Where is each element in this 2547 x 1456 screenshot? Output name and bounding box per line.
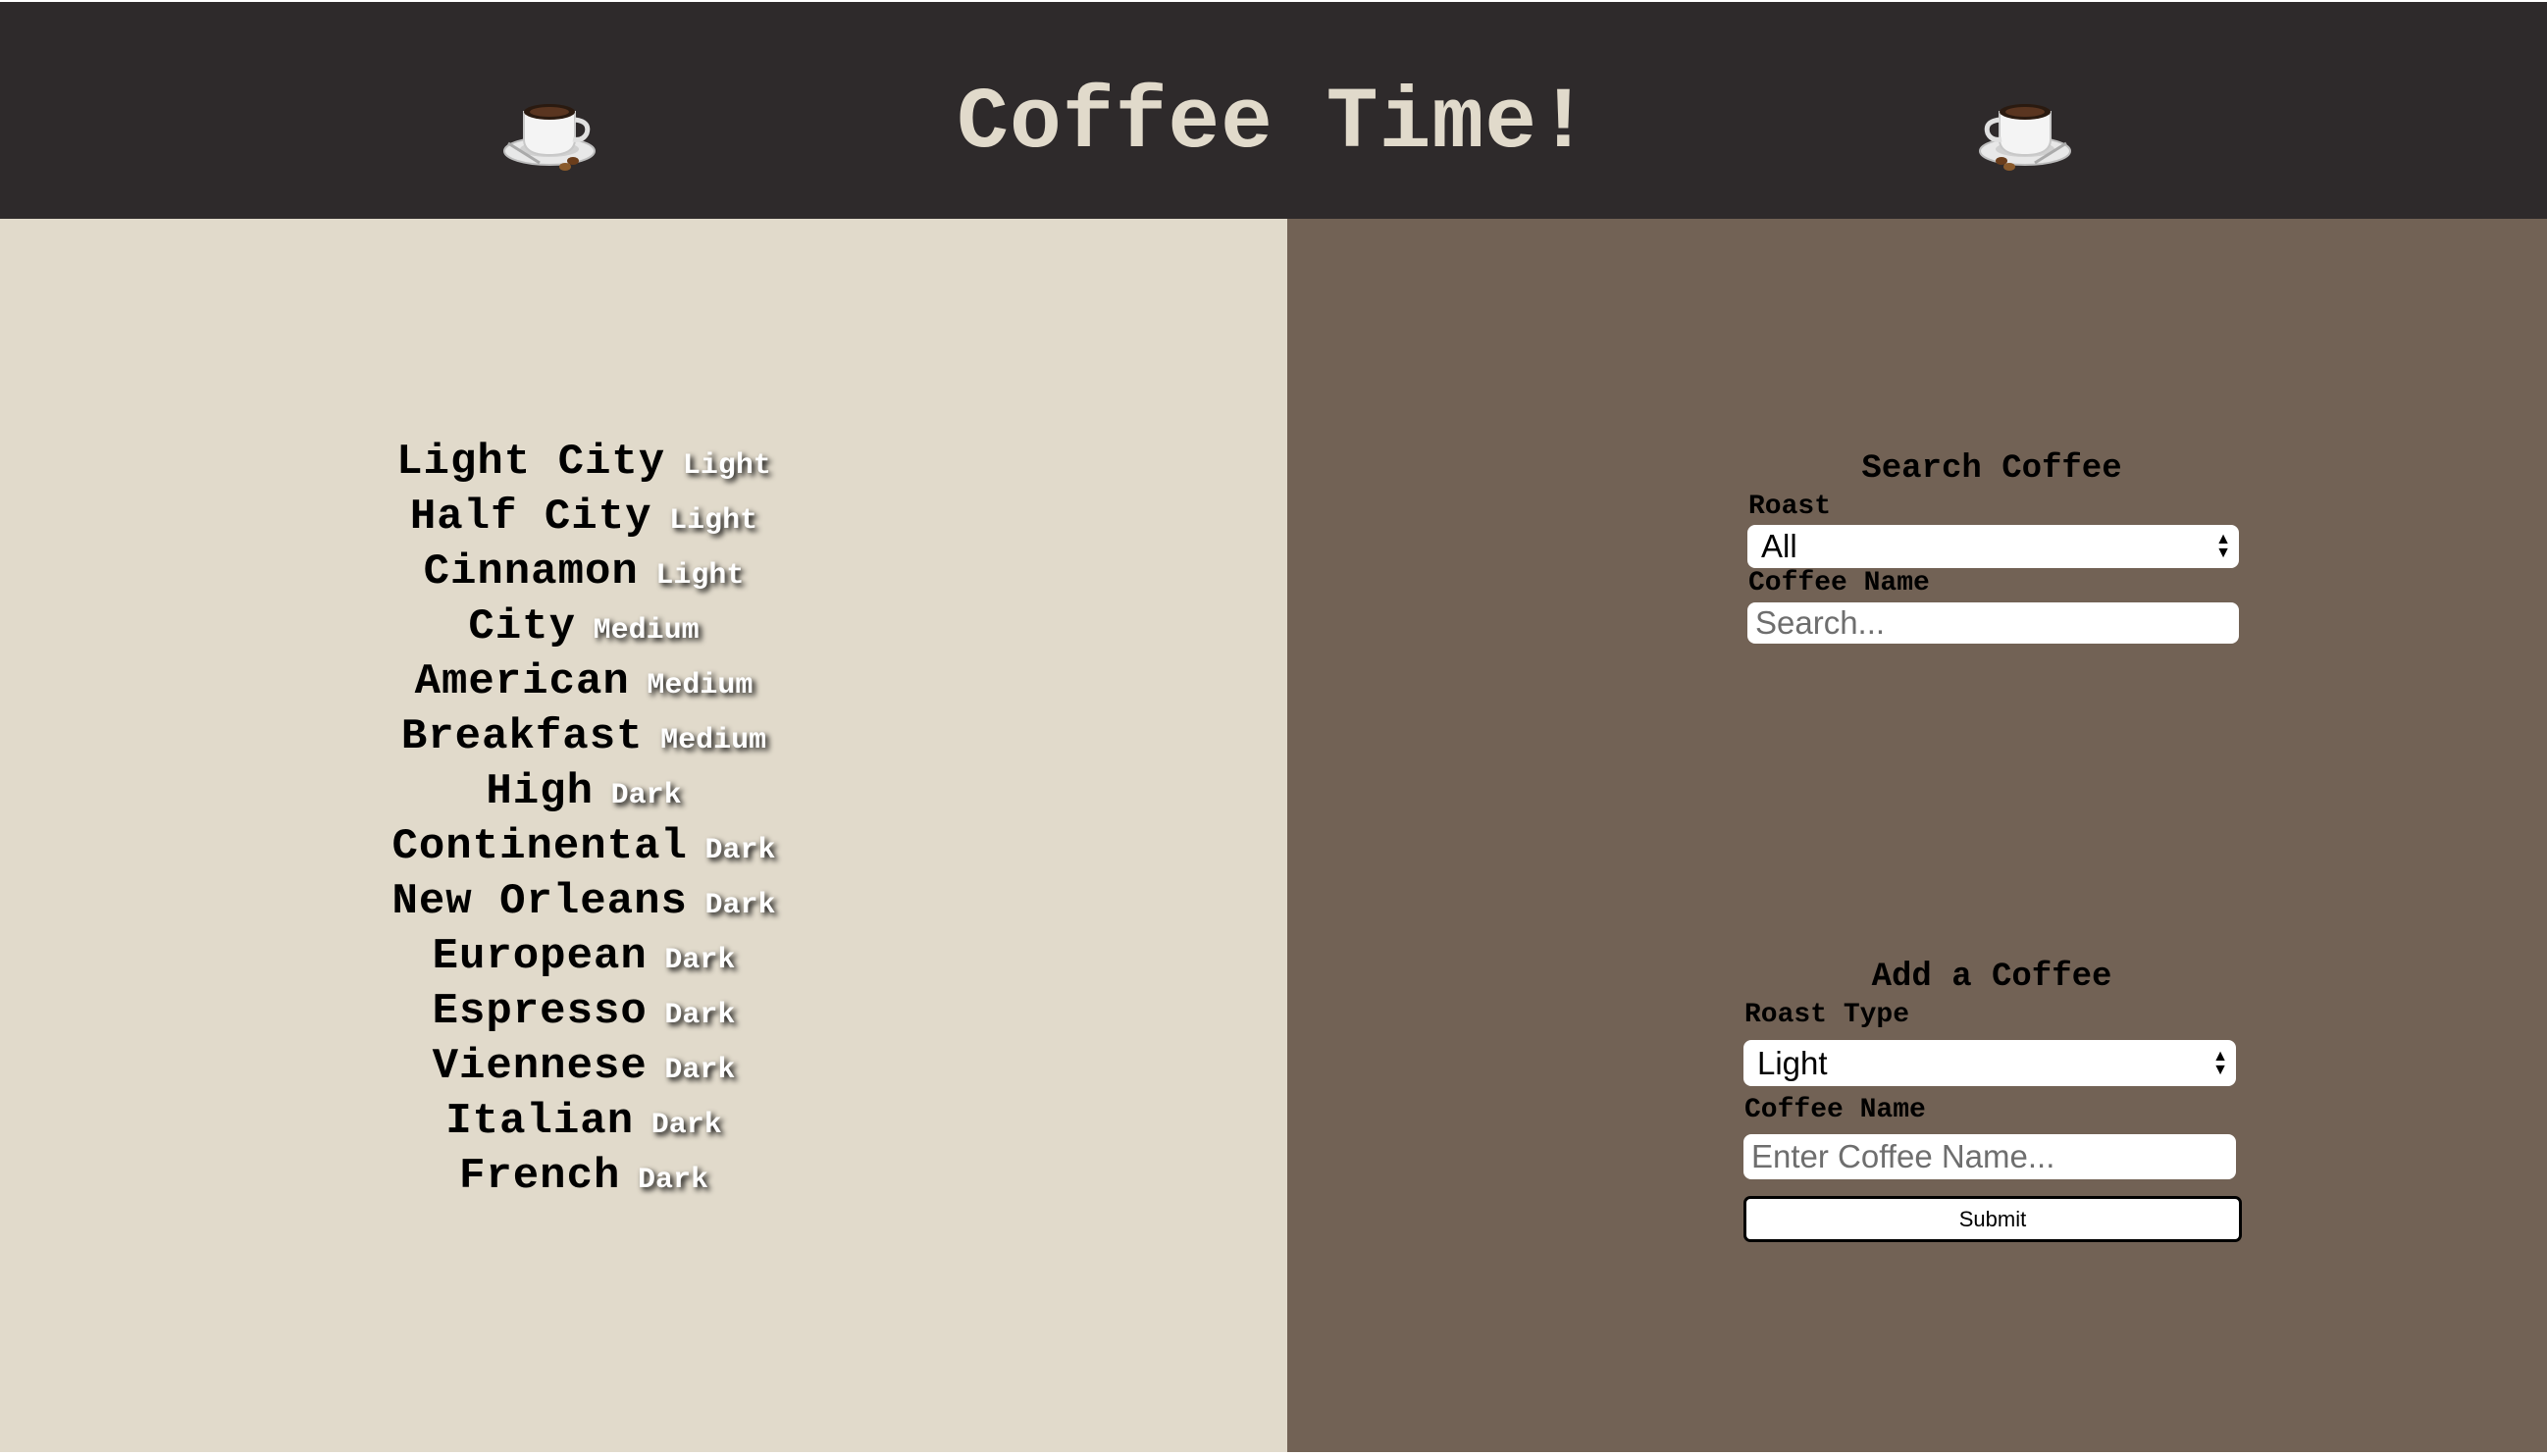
search-name-label: Coffee Name xyxy=(1748,568,1930,598)
add-coffee-name-input[interactable] xyxy=(1743,1134,2236,1179)
coffee-name: High xyxy=(486,767,594,816)
coffee-roast: Dark xyxy=(650,1109,722,1142)
coffee-name: Italian xyxy=(445,1097,635,1146)
coffee-list-item: High Dark xyxy=(334,764,834,819)
add-roast-selected-value: Light xyxy=(1757,1044,1828,1081)
coffee-cup-icon xyxy=(1979,104,2071,171)
coffee-list-item: Continental Dark xyxy=(334,819,834,874)
coffee-list-item: Breakfast Medium xyxy=(334,709,834,764)
coffee-roast: Medium xyxy=(660,724,767,757)
add-coffee-heading: Add a Coffee xyxy=(1871,959,2112,996)
coffee-name: Cinnamon xyxy=(423,547,639,597)
coffee-roast: Medium xyxy=(647,669,754,702)
search-roast-label: Roast xyxy=(1748,492,1832,522)
coffee-roast: Light xyxy=(655,559,745,593)
forms-panel: Search Coffee Roast All ▲▼ Coffee Name A… xyxy=(1287,219,2547,1452)
coffee-name: City xyxy=(468,602,576,651)
coffee-list-item: New Orleans Dark xyxy=(334,874,834,929)
coffee-list-item: Cinnamon Light xyxy=(334,545,834,599)
coffee-list-item: French Dark xyxy=(334,1149,834,1204)
site-header: Coffee Time! xyxy=(0,2,2547,219)
coffee-list: Light City Light Half City Light Cinnamon … xyxy=(334,435,834,1204)
coffee-name: Breakfast xyxy=(400,712,644,761)
coffee-list-item: Italian Dark xyxy=(334,1094,834,1149)
select-arrows-icon: ▲ ▼ xyxy=(2212,1047,2228,1078)
add-roast-label: Roast Type xyxy=(1744,1000,1910,1030)
coffee-list-item: Espresso Dark xyxy=(334,984,834,1039)
coffee-list-item: Viennese Dark xyxy=(334,1039,834,1094)
submit-button[interactable]: Submit xyxy=(1743,1196,2242,1242)
coffee-name: French xyxy=(458,1152,621,1201)
coffee-name: European xyxy=(432,932,648,981)
coffee-list-item: Half City Light xyxy=(334,490,834,545)
coffee-roast: Dark xyxy=(664,944,736,977)
coffee-roast: Dark xyxy=(664,999,736,1032)
coffee-roast: Dark xyxy=(638,1164,709,1197)
coffee-list-item: European Dark xyxy=(334,929,834,984)
coffee-name: Continental xyxy=(391,822,688,871)
coffee-roast: Dark xyxy=(704,834,776,867)
coffee-roast: Dark xyxy=(664,1054,736,1087)
coffee-name: New Orleans xyxy=(391,877,688,926)
search-heading: Search Coffee xyxy=(1861,450,2122,488)
coffee-list-item: American Medium xyxy=(334,654,834,709)
coffee-roast: Light xyxy=(682,449,771,483)
add-name-label: Coffee Name xyxy=(1744,1095,1926,1125)
coffee-list-panel: Light City Light Half City Light Cinnamon … xyxy=(0,219,1287,1452)
coffee-name: Viennese xyxy=(432,1042,648,1091)
add-roast-select[interactable]: Light ▲ ▼ xyxy=(1743,1040,2236,1086)
coffee-roast: Light xyxy=(669,504,758,538)
coffee-name: Light City xyxy=(396,438,666,487)
coffee-list-item: City Medium xyxy=(334,599,834,654)
search-input[interactable] xyxy=(1747,602,2239,644)
search-roast-select[interactable]: All ▲ ▼ xyxy=(1747,525,2239,568)
select-arrows-icon: ▲ ▼ xyxy=(2215,531,2231,561)
coffee-list-item: Light City Light xyxy=(334,435,834,490)
coffee-name: Espresso xyxy=(432,987,648,1036)
coffee-name: American xyxy=(414,657,630,706)
coffee-roast: Medium xyxy=(593,614,700,648)
search-roast-selected-value: All xyxy=(1761,528,1797,564)
coffee-name: Half City xyxy=(409,493,652,542)
coffee-roast: Dark xyxy=(610,779,682,812)
coffee-roast: Dark xyxy=(704,889,776,922)
page-title: Coffee Time! xyxy=(957,76,1590,173)
